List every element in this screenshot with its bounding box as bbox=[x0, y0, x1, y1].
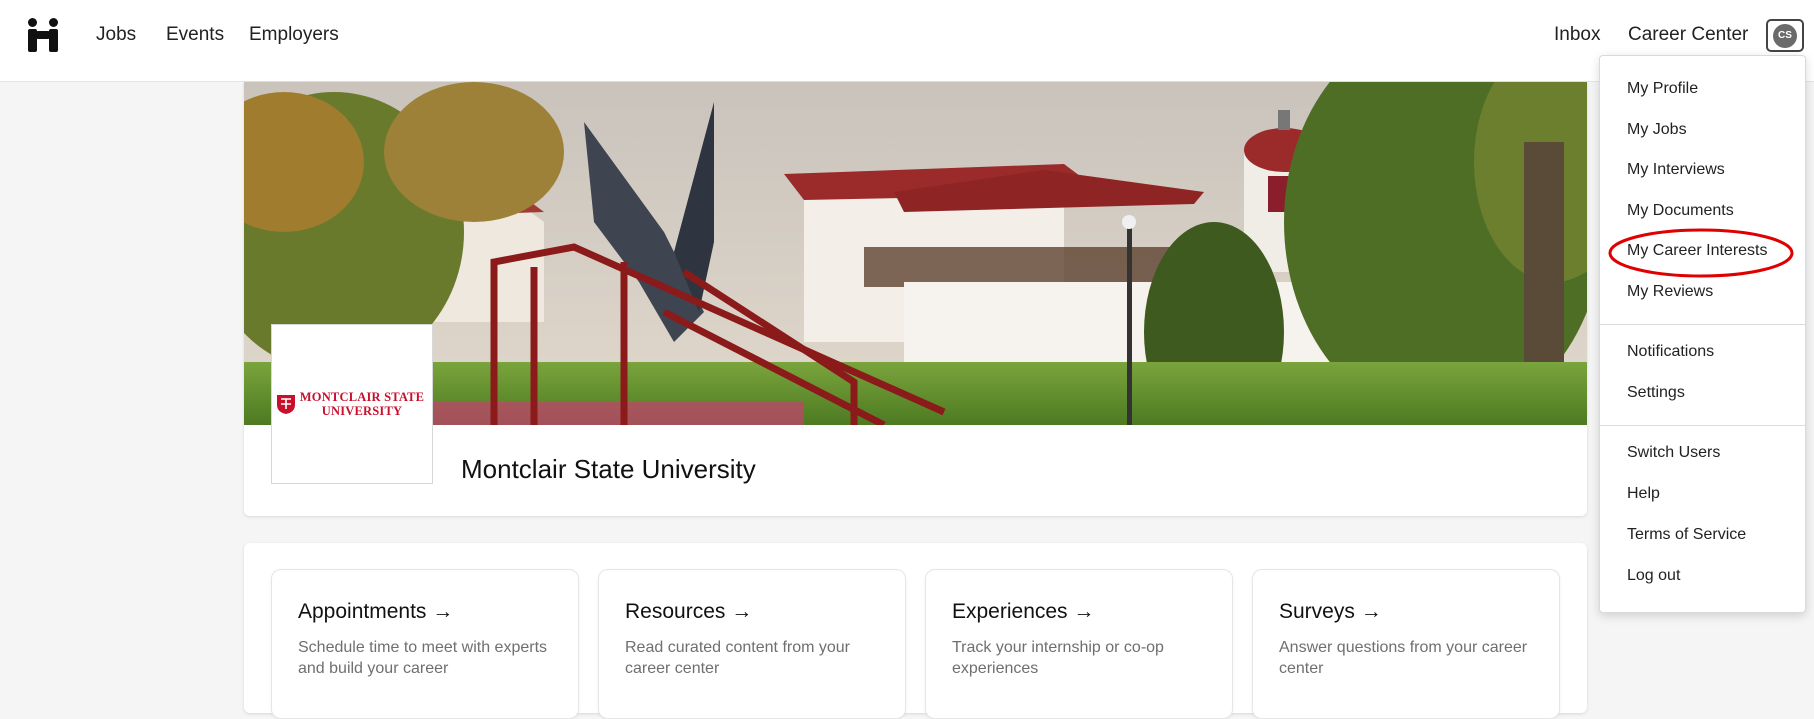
nav-employers-link[interactable]: Employers bbox=[249, 24, 339, 46]
school-logo: MONTCLAIR STATE UNIVERSITY bbox=[271, 324, 433, 484]
experiences-title[interactable]: Experiences → bbox=[952, 600, 1094, 624]
menu-item-help[interactable]: Help bbox=[1627, 485, 1660, 503]
school-profile-card: MONTCLAIR STATE UNIVERSITY Montclair Sta… bbox=[244, 82, 1587, 516]
menu-item-my-documents[interactable]: My Documents bbox=[1627, 202, 1734, 220]
university-seal-icon bbox=[276, 395, 295, 414]
school-logo-text-line2: UNIVERSITY bbox=[321, 404, 403, 418]
nav-career-center-link[interactable]: Career Center bbox=[1628, 24, 1748, 46]
user-menu-button[interactable]: CS bbox=[1766, 19, 1804, 52]
surveys-description: Answer questions from your career center bbox=[1279, 639, 1528, 677]
surveys-title[interactable]: Surveys → bbox=[1279, 600, 1382, 624]
career-center-features: Appointments → Schedule time to meet wit… bbox=[244, 543, 1587, 719]
user-dropdown-menu: My Profile My Jobs My Interviews My Docu… bbox=[1599, 55, 1806, 613]
menu-item-settings[interactable]: Settings bbox=[1627, 384, 1685, 402]
resources-title[interactable]: Resources → bbox=[625, 600, 752, 624]
avatar: CS bbox=[1773, 23, 1797, 48]
appointments-card[interactable]: Appointments → Schedule time to meet wit… bbox=[271, 569, 579, 719]
experiences-card[interactable]: Experiences → Track your internship or c… bbox=[925, 569, 1233, 719]
appointments-title[interactable]: Appointments → bbox=[298, 600, 453, 624]
nav-events-link[interactable]: Events bbox=[166, 24, 224, 46]
menu-item-switch-users[interactable]: Switch Users bbox=[1627, 444, 1720, 462]
resources-card[interactable]: Resources → Read curated content from yo… bbox=[598, 569, 906, 719]
surveys-card[interactable]: Surveys → Answer questions from your car… bbox=[1252, 569, 1560, 719]
menu-item-my-profile[interactable]: My Profile bbox=[1627, 80, 1698, 98]
menu-item-terms-of-service[interactable]: Terms of Service bbox=[1627, 526, 1746, 544]
handshake-logo-icon[interactable] bbox=[26, 17, 60, 53]
menu-item-log-out[interactable]: Log out bbox=[1627, 567, 1680, 585]
school-logo-text-line1: MONTCLAIR STATE bbox=[299, 390, 425, 404]
menu-divider bbox=[1600, 324, 1805, 325]
resources-description: Read curated content from your career ce… bbox=[625, 639, 851, 677]
top-navigation-bar: Jobs Events Employers Inbox Career Cente… bbox=[0, 0, 1814, 82]
menu-item-notifications[interactable]: Notifications bbox=[1627, 343, 1714, 361]
menu-item-my-career-interests[interactable]: My Career Interests bbox=[1627, 242, 1767, 260]
campus-cover-photo bbox=[244, 82, 1587, 425]
school-name-heading: Montclair State University bbox=[461, 454, 756, 484]
nav-jobs-link[interactable]: Jobs bbox=[96, 24, 136, 46]
nav-inbox-link[interactable]: Inbox bbox=[1554, 24, 1600, 46]
menu-item-my-interviews[interactable]: My Interviews bbox=[1627, 161, 1725, 179]
menu-item-my-jobs[interactable]: My Jobs bbox=[1627, 121, 1687, 139]
menu-item-my-reviews[interactable]: My Reviews bbox=[1627, 283, 1713, 301]
appointments-description: Schedule time to meet with experts and b… bbox=[298, 639, 548, 677]
menu-divider bbox=[1600, 425, 1805, 426]
experiences-description: Track your internship or co-op experienc… bbox=[952, 639, 1164, 677]
